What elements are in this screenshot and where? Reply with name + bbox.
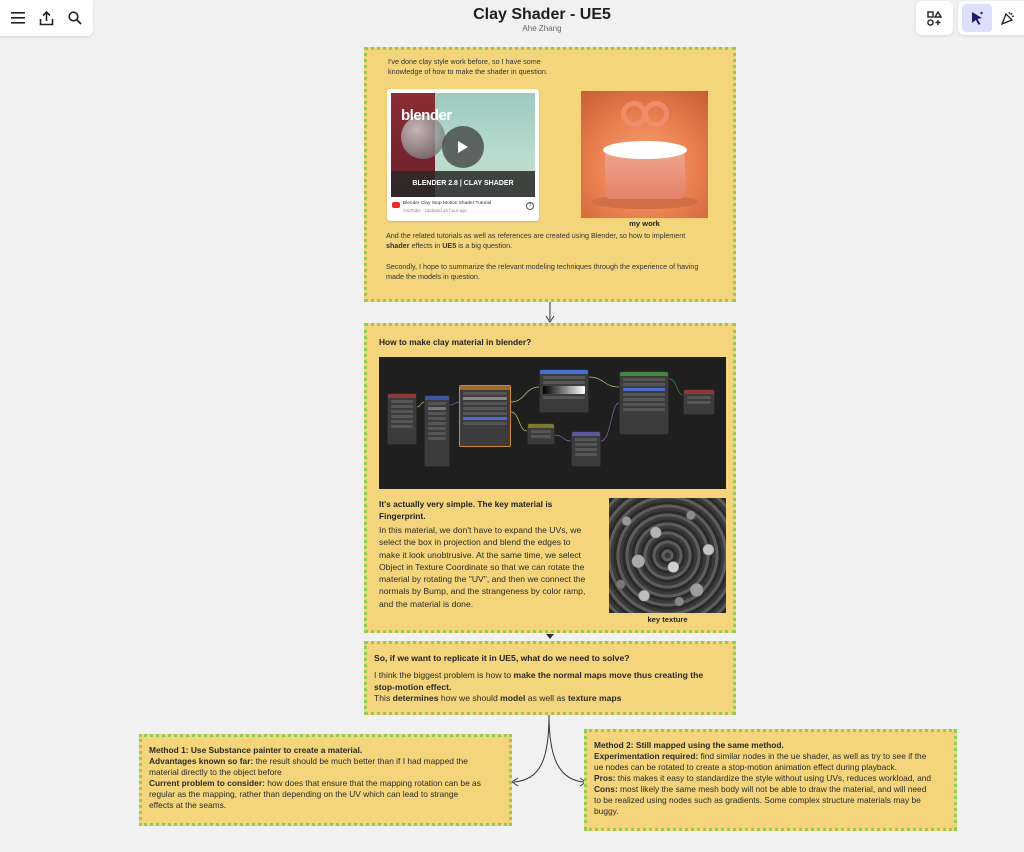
intro-para-2: Secondly, I hope to summarize the releva… [386, 262, 699, 281]
card-method-1[interactable]: Method 1: Use Substance painter to creat… [139, 734, 512, 826]
shapes-button[interactable] [923, 6, 947, 30]
video-caption: BLENDER 2.8 | CLAY SHADER [391, 171, 535, 197]
youtube-icon [392, 202, 400, 208]
card2-heading: How to make clay material in blender? [379, 337, 532, 347]
card-blender-material[interactable]: How to make clay material in blender? It… [364, 323, 736, 633]
play-icon [458, 141, 468, 153]
select-tool-button[interactable] [962, 4, 992, 32]
video-thumbnail: blender BLENDER 2.8 | CLAY SHADER [391, 93, 535, 197]
select-cursor-icon [972, 11, 983, 25]
shapes-icon [927, 10, 942, 26]
reactions-button[interactable] [996, 6, 1020, 30]
video-meta: YouTube · Updated an hour ago [403, 208, 467, 213]
my-work-caption: my work [629, 219, 660, 228]
intro-text: I've done clay style work before, so I h… [388, 57, 548, 76]
blender-brand: blender [401, 107, 452, 124]
method-2-text: Method 2: Still mapped using the same me… [594, 740, 932, 816]
card3-body: I think the biggest problem is how to ma… [374, 670, 704, 703]
card-intro[interactable]: I've done clay style work before, so I h… [364, 47, 736, 302]
help-icon[interactable]: ? [526, 202, 534, 210]
my-work-image [581, 91, 708, 218]
play-button[interactable] [442, 126, 484, 168]
card2-subheading: It's actually very simple. The key mater… [379, 499, 553, 521]
method-1-text: Method 1: Use Substance painter to creat… [149, 745, 481, 810]
intro-para-1: And the related tutorials as well as ref… [386, 231, 686, 250]
key-texture-caption: key texture [647, 615, 688, 624]
node-editor-screenshot [379, 357, 726, 489]
video-embed[interactable]: blender BLENDER 2.8 | CLAY SHADER Blende… [387, 89, 539, 221]
card3-heading: So, if we want to replicate it in UE5, w… [374, 653, 630, 663]
board-title: Clay Shader - UE5 [473, 6, 611, 23]
card-method-2[interactable]: Method 2: Still mapped using the same me… [584, 729, 957, 831]
key-texture-image [609, 498, 726, 613]
reactions-icon [1000, 11, 1015, 26]
top-right-toolbar-a [916, 1, 953, 35]
card2-body: In this material, we don't have to expan… [379, 525, 586, 609]
board-author: Ahe Zhang [522, 24, 562, 33]
top-right-toolbar-b [958, 1, 1024, 35]
card-ue5-question[interactable]: So, if we want to replicate it in UE5, w… [364, 641, 736, 715]
video-title[interactable]: Blender Clay Stop Motion Shader Tutorial [403, 201, 491, 206]
